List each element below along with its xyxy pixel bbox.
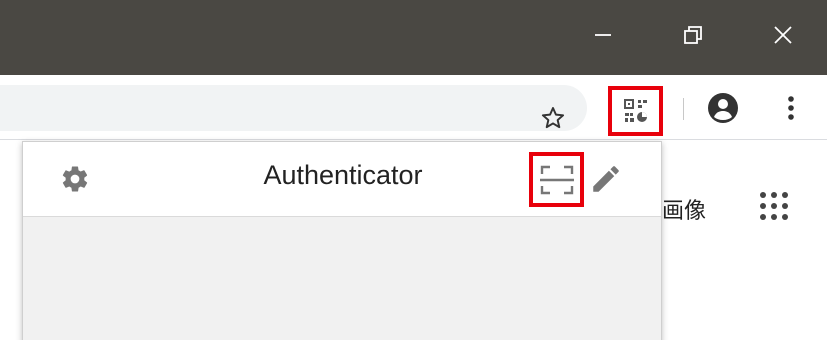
restore-icon — [684, 26, 702, 44]
settings-button[interactable] — [60, 164, 90, 194]
accounts-list-area — [23, 217, 661, 340]
minimize-icon — [595, 34, 611, 36]
minimize-button[interactable] — [575, 10, 631, 60]
gear-icon — [62, 166, 88, 192]
bookmark-star-button[interactable] — [537, 102, 569, 134]
edit-button[interactable] — [589, 162, 623, 196]
browser-toolbar — [0, 75, 827, 140]
browser-menu-button[interactable] — [777, 92, 805, 124]
page-images-link[interactable]: 画像 — [662, 193, 706, 225]
authenticator-extension-button[interactable] — [608, 86, 663, 136]
kebab-menu-icon — [788, 96, 794, 120]
bookmark-star-icon — [541, 107, 565, 129]
profile-avatar-button[interactable] — [707, 92, 739, 124]
authenticator-popup: Authenticator — [22, 141, 662, 340]
toolbar-separator — [683, 98, 684, 120]
close-icon — [774, 26, 792, 44]
pencil-icon — [593, 166, 619, 192]
google-apps-button[interactable] — [758, 190, 790, 222]
browser-window: 画像 Authenticator — [0, 0, 827, 340]
popup-title: Authenticator — [263, 160, 423, 190]
apps-grid-icon — [760, 192, 788, 220]
close-button[interactable] — [755, 10, 811, 60]
restore-button[interactable] — [665, 10, 721, 60]
scan-qr-button[interactable] — [529, 152, 584, 207]
popup-header: Authenticator — [23, 142, 661, 217]
qr-code-icon — [623, 99, 647, 122]
address-bar[interactable] — [0, 85, 587, 131]
title-bar — [0, 0, 827, 75]
account-avatar-icon — [708, 93, 738, 123]
scan-qr-icon — [539, 165, 574, 194]
